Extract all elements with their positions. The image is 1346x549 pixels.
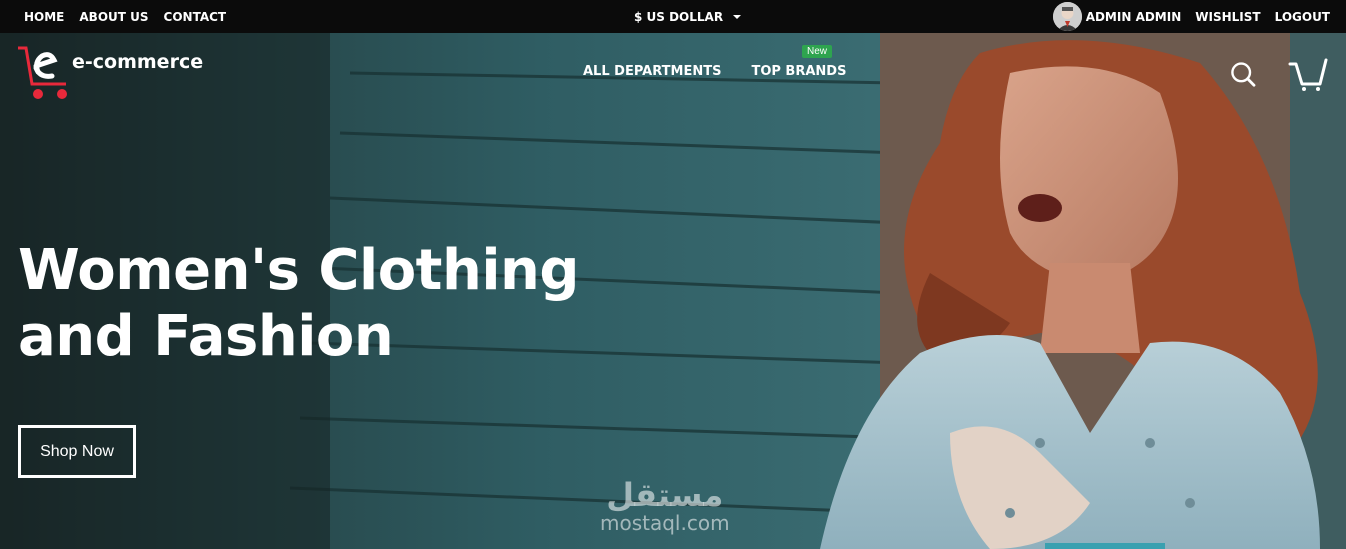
user-name: ADMIN ADMIN	[1085, 9, 1182, 24]
headline-line-2: and Fashion	[18, 304, 394, 369]
contact-link[interactable]: CONTACT	[164, 10, 227, 24]
top-bar: HOME ABOUT US CONTACT $ US DOLLAR ADMIN …	[0, 0, 1346, 33]
wishlist-link[interactable]: WISHLIST	[1195, 10, 1260, 24]
top-links: HOME ABOUT US CONTACT	[24, 0, 226, 33]
watermark-arabic: مستقل	[606, 476, 724, 514]
home-link[interactable]: HOME	[24, 10, 64, 24]
site-logo[interactable]: e-commerce	[16, 44, 203, 102]
about-us-link[interactable]: ABOUT US	[79, 10, 148, 24]
watermark-latin: mostaql.com	[600, 511, 730, 535]
logo-text: e-commerce	[72, 51, 204, 73]
nav-top-brands[interactable]: TOP BRANDS	[751, 64, 846, 79]
cart-icon[interactable]	[1288, 56, 1328, 92]
avatar	[1052, 2, 1082, 31]
nav-all-departments[interactable]: ALL DEPARTMENTS	[583, 64, 721, 79]
shop-now-button[interactable]: Shop Now	[18, 425, 136, 478]
hero-banner: Women's Clothing and Fashion	[0, 33, 1346, 549]
account-links: ADMIN ADMIN WISHLIST LOGOUT	[1052, 0, 1330, 33]
hero-headline: Women's Clothing and Fashion	[18, 238, 638, 370]
headline-line-1: Women's Clothing	[18, 238, 579, 303]
currency-label: $ US DOLLAR	[634, 9, 724, 24]
new-badge: New	[802, 45, 833, 58]
watermark: مستقل mostaql.com	[600, 478, 730, 534]
main-nav: ALL DEPARTMENTS TOP BRANDS	[583, 64, 846, 79]
search-icon[interactable]	[1230, 56, 1262, 92]
user-menu[interactable]: ADMIN ADMIN	[1052, 2, 1182, 31]
logout-link[interactable]: LOGOUT	[1275, 10, 1330, 24]
currency-selector[interactable]: $ US DOLLAR	[634, 0, 742, 33]
chevron-down-icon	[733, 14, 742, 19]
cart-logo-icon	[18, 46, 67, 99]
header-icons	[1230, 56, 1328, 92]
